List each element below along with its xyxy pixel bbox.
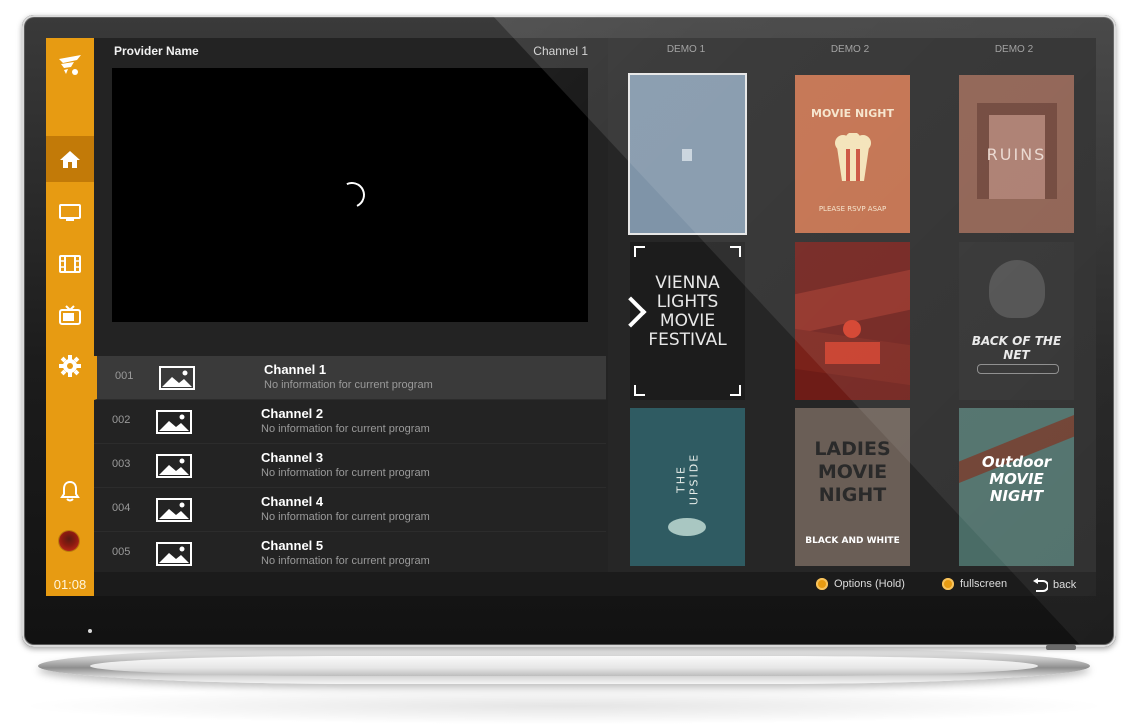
poster-card[interactable]: Outdoor MOVIE NIGHT [959,408,1074,566]
poster-title: Outdoor MOVIE NIGHT [981,453,1052,505]
channel-program-info: No information for current program [261,467,430,479]
retro-tv-icon [59,305,81,325]
avatar[interactable] [59,531,79,551]
poster-grid: DEMO 1 DEMO 2 DEMO 2 MOVIE NIGHT PLEASE … [608,38,1096,572]
poster-title: THE UPSIDE [674,452,701,506]
channel-row[interactable]: 001 Channel 1 No information for current… [94,356,606,400]
channel-row[interactable]: 002 Channel 2 No information for current… [94,400,606,444]
tv-power-led [88,629,92,633]
yellow-button-icon [816,578,828,590]
provider-name: Provider Name [114,44,199,58]
focus-corner [634,385,645,396]
channel-title: Channel 5 [261,538,324,553]
image-placeholder-icon [156,542,192,571]
channel-number: 004 [112,502,131,514]
sidebar-item-settings[interactable] [46,343,94,389]
poster-subtitle: PLEASE RSVP ASAP [818,205,887,213]
channel-title: Channel 3 [261,450,324,465]
channel-title: Channel 2 [261,406,324,421]
channel-program-info: No information for current program [264,379,433,391]
poster-card[interactable]: MOVIE NIGHT PLEASE RSVP ASAP [795,75,910,233]
sidebar-item-tv[interactable] [46,190,94,236]
poster-title: MOVIE NIGHT [811,107,894,120]
bell-icon [60,480,80,502]
image-placeholder-icon [156,498,192,527]
focus-corner [634,246,645,257]
channel-list: 001 Channel 1 No information for current… [94,356,606,576]
home-icon [60,151,80,168]
channel-number: 002 [112,414,131,426]
column-label: DEMO 2 [830,44,870,55]
options-label: Options (Hold) [834,578,905,590]
poster-title: LADIES MOVIE NIGHT [814,438,891,506]
sidebar-item-home[interactable] [46,136,94,182]
poster-title: VIENNA LIGHTS MOVIE FESTIVAL [648,273,727,350]
poster-card[interactable]: BACK OF THE NET [959,242,1074,400]
poster-card[interactable]: RUINS [959,75,1074,233]
channel-program-info: No information for current program [261,423,430,435]
image-placeholder-icon [156,410,192,439]
sidebar-item-series[interactable] [46,292,94,338]
column-label: DEMO 2 [994,44,1034,55]
channel-row[interactable]: 005 Channel 5 No information for current… [94,532,606,576]
current-channel-name: Channel 1 [533,44,588,58]
notifications-button[interactable] [46,468,94,514]
image-placeholder-icon [159,366,195,395]
channel-row[interactable]: 004 Channel 4 No information for current… [94,488,606,532]
channel-program-info: No information for current program [261,511,430,523]
loading-spinner-icon [335,178,369,212]
sidebar-item-movies[interactable] [46,241,94,287]
app-screen: 01:08 Provider Name Channel 1 001 Channe… [46,38,1096,596]
back-arrow-icon [1033,578,1048,592]
back-hint[interactable]: back [1032,578,1076,592]
clock: 01:08 [53,577,87,592]
image-placeholder-icon [156,454,192,483]
poster-card[interactable]: THE UPSIDE [630,408,745,566]
app-logo-icon [46,44,94,88]
poster-card[interactable] [795,242,910,400]
fullscreen-label: fullscreen [960,578,1008,590]
poster-title: RUINS [986,145,1047,164]
tv-brand-mark [1046,645,1076,650]
sidebar: 01:08 [46,38,94,596]
poster-card[interactable] [630,75,745,233]
back-label: back [1053,579,1077,591]
options-hint[interactable]: Options (Hold) [816,578,905,590]
tv-shadow [30,688,1098,724]
channel-title: Channel 1 [264,362,327,377]
channel-row[interactable]: 003 Channel 3 No information for current… [94,444,606,488]
poster-card[interactable]: VIENNA LIGHTS MOVIE FESTIVAL [630,242,745,400]
poster-subtitle: BLACK AND WHITE [805,536,900,546]
column-label: DEMO 1 [666,44,706,55]
tv-icon [59,204,81,221]
focus-corner [730,385,741,396]
footer-bar: Options (Hold) fullscreen back [94,572,1096,596]
tv-stand-highlight [90,656,1038,676]
gear-icon [59,355,81,377]
yellow-button-icon [942,578,954,590]
channel-number: 003 [112,458,131,470]
channel-number: 005 [112,546,131,558]
focus-corner [730,246,741,257]
channel-title: Channel 4 [261,494,324,509]
film-icon [59,255,81,273]
channel-program-info: No information for current program [261,555,430,567]
poster-title: BACK OF THE NET [971,334,1062,362]
channel-number: 001 [115,370,134,382]
poster-card[interactable]: LADIES MOVIE NIGHT BLACK AND WHITE [795,408,910,566]
fullscreen-hint[interactable]: fullscreen [942,578,1007,590]
video-player[interactable] [112,68,588,322]
